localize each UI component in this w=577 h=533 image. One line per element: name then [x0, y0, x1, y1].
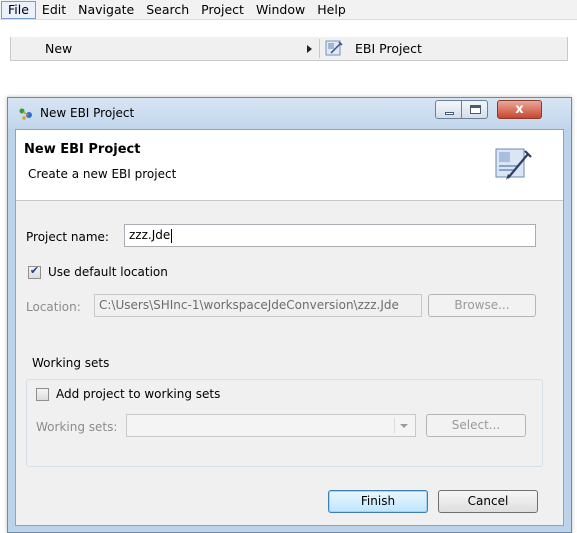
location-value: C:\Users\SHInc-1\workspaceJdeConversion\… — [99, 298, 399, 312]
location-label: Location: — [26, 300, 81, 314]
dialog-title-bar[interactable]: New EBI Project x — [8, 98, 571, 129]
menu-item-new[interactable]: New — [45, 37, 72, 60]
dialog-title: New EBI Project — [40, 106, 135, 120]
file-submenu: New EBI Project — [10, 37, 568, 61]
menu-help[interactable]: Help — [311, 1, 352, 19]
project-name-label: Project name: — [26, 230, 109, 244]
dialog-client-area: New EBI Project Create a new EBI project… — [15, 129, 564, 526]
menu-file[interactable]: File — [1, 0, 36, 19]
text-caret — [171, 228, 173, 243]
add-to-working-sets-checkbox[interactable] — [36, 388, 49, 401]
menu-search[interactable]: Search — [140, 1, 195, 19]
project-name-value: zzz.Jde — [129, 228, 171, 242]
maximize-icon — [470, 105, 481, 114]
working-sets-combo[interactable] — [126, 414, 416, 437]
select-button[interactable]: Select... — [426, 414, 526, 437]
use-default-location-checkbox[interactable]: ✔ — [28, 264, 41, 279]
use-default-location-label[interactable]: Use default location — [48, 265, 168, 279]
cancel-button[interactable]: Cancel — [438, 490, 538, 513]
menu-navigate[interactable]: Navigate — [72, 1, 140, 19]
working-sets-group-label: Working sets — [32, 356, 110, 370]
wizard-subtitle: Create a new EBI project — [28, 167, 177, 181]
chevron-down-icon — [400, 424, 408, 428]
wizard-header: New EBI Project Create a new EBI project — [16, 130, 563, 201]
minimize-button[interactable] — [435, 100, 462, 119]
finish-button[interactable]: Finish — [328, 490, 428, 513]
submenu-divider — [319, 39, 320, 58]
wizard-title: New EBI Project — [24, 142, 141, 157]
new-ebi-project-dialog: New EBI Project x New EBI Project Create… — [7, 97, 572, 533]
close-icon: x — [515, 102, 524, 117]
close-button[interactable]: x — [497, 100, 542, 119]
ebi-project-icon — [325, 40, 343, 56]
working-sets-label: Working sets: — [36, 420, 118, 434]
submenu-arrow-icon — [307, 45, 312, 53]
wizard-banner-icon — [495, 148, 532, 180]
project-name-input[interactable]: zzz.Jde — [124, 224, 536, 247]
maximize-button[interactable] — [461, 100, 488, 119]
menu-window[interactable]: Window — [250, 1, 311, 19]
minimize-icon — [445, 112, 454, 115]
browse-button[interactable]: Browse... — [428, 294, 536, 317]
checkmark-icon: ✔ — [29, 264, 40, 277]
menu-edit[interactable]: Edit — [36, 1, 72, 19]
menu-project[interactable]: Project — [195, 1, 250, 19]
add-to-working-sets-label[interactable]: Add project to working sets — [56, 387, 220, 401]
location-input[interactable]: C:\Users\SHInc-1\workspaceJdeConversion\… — [94, 294, 422, 317]
menu-item-ebi-project[interactable]: EBI Project — [355, 37, 422, 60]
menu-bar: File Edit Navigate Search Project Window… — [0, 0, 577, 20]
combo-divider — [394, 418, 395, 433]
eclipse-app-icon — [19, 108, 32, 120]
